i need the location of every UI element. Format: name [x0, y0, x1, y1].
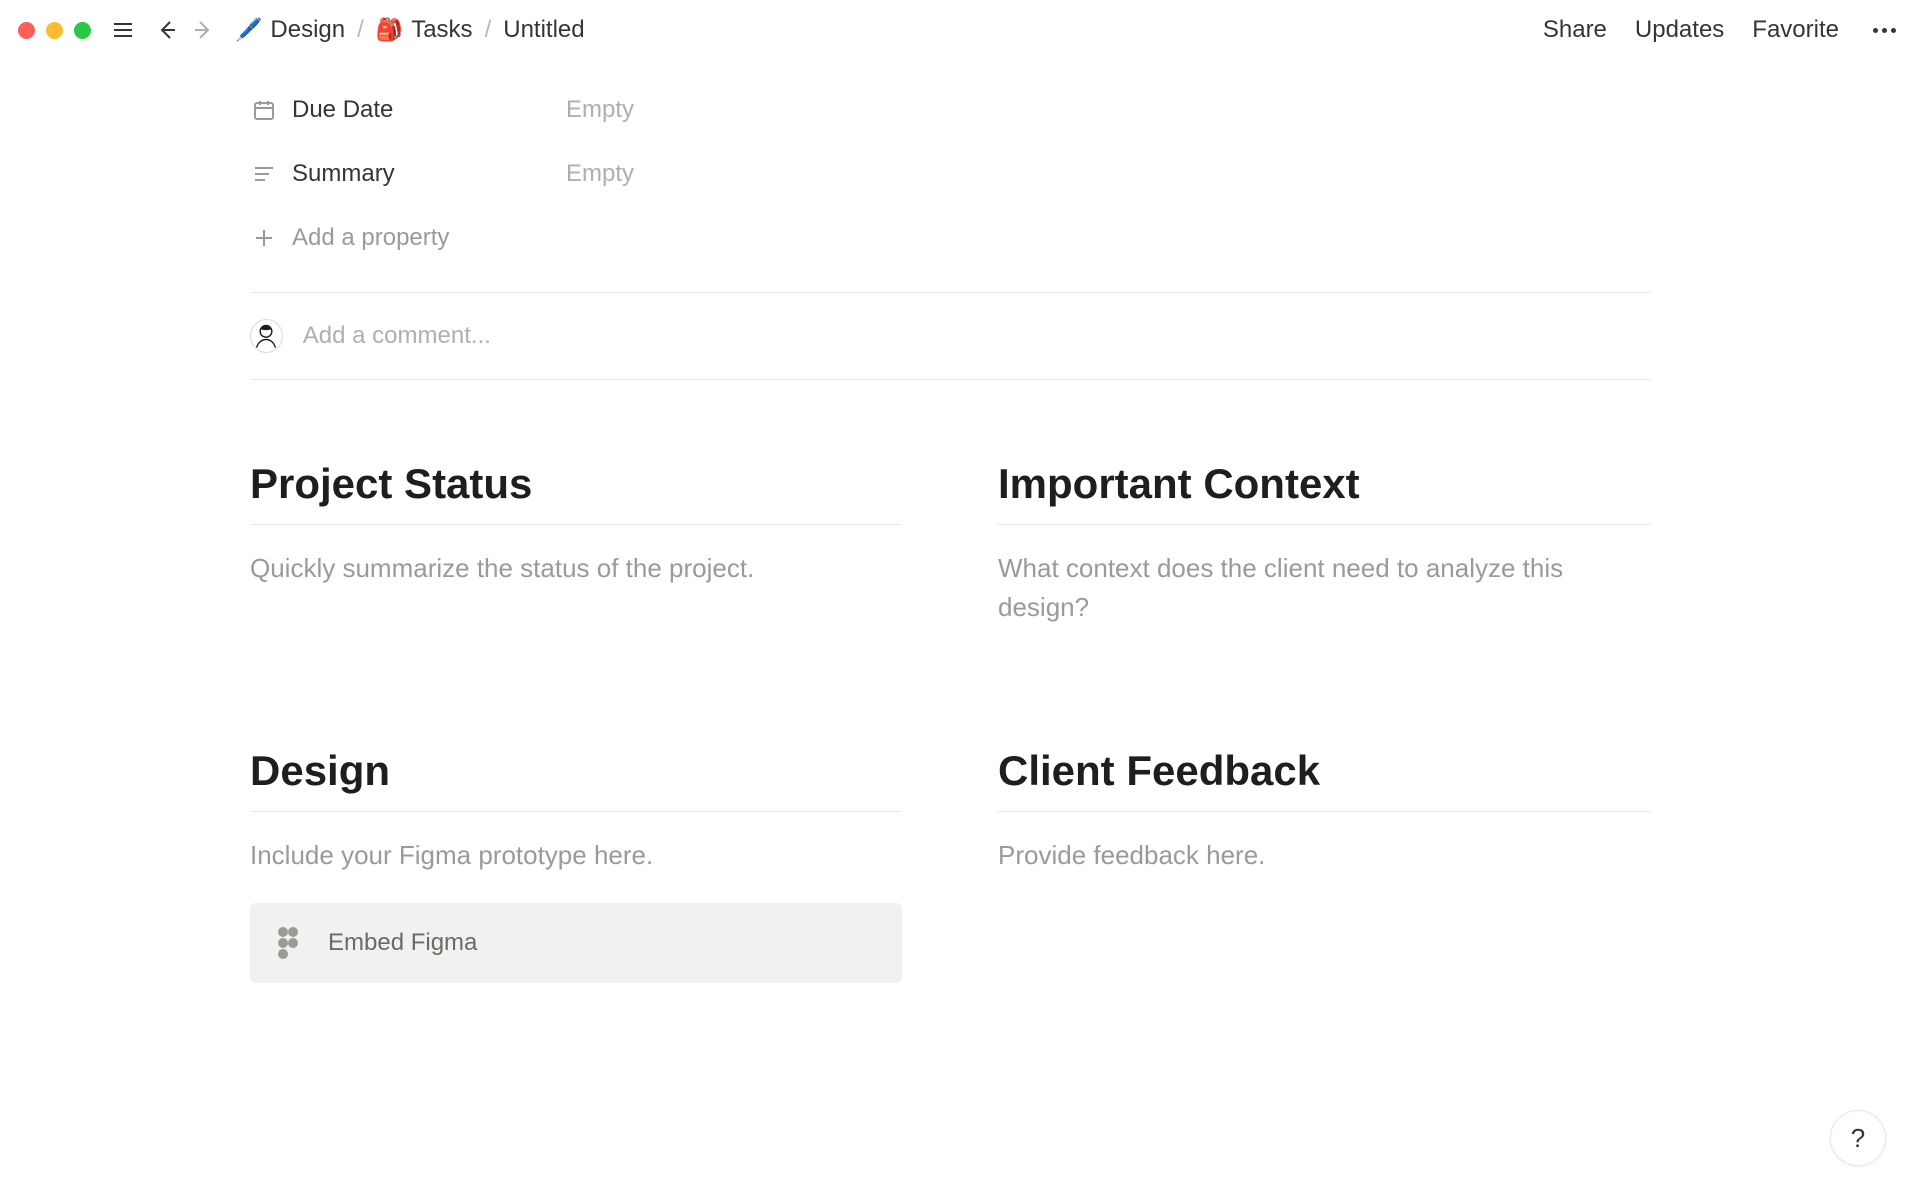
text-lines-icon	[250, 162, 278, 186]
comment-row	[250, 293, 1650, 379]
section-client-feedback: Client Feedback Provide feedback here.	[998, 747, 1650, 983]
section-title[interactable]: Project Status	[250, 460, 902, 525]
share-button[interactable]: Share	[1543, 16, 1607, 44]
more-menu-button[interactable]	[1867, 22, 1902, 39]
embed-label: Embed Figma	[328, 929, 477, 957]
add-property-label: Add a property	[292, 224, 449, 252]
plus-icon	[250, 226, 278, 250]
window-minimize-button[interactable]	[46, 22, 63, 39]
figma-icon	[276, 927, 304, 959]
breadcrumb-item-design[interactable]: 🖊️ Design	[231, 14, 349, 46]
window-zoom-button[interactable]	[74, 22, 91, 39]
property-value: Empty	[566, 96, 634, 124]
breadcrumb-item-tasks[interactable]: 🎒 Tasks	[372, 14, 477, 46]
breadcrumb-item-current[interactable]: Untitled	[499, 14, 588, 46]
property-due-date[interactable]: Due Date Empty	[250, 78, 1650, 142]
arrow-left-icon	[155, 18, 179, 42]
page-content: Due Date Empty Summary Empty Add a prope…	[250, 60, 1650, 983]
pen-icon: 🖊️	[235, 19, 262, 41]
breadcrumb-separator: /	[485, 16, 492, 44]
content-columns: Design Include your Figma prototype here…	[250, 747, 1650, 983]
breadcrumb-separator: /	[357, 16, 364, 44]
property-label: Due Date	[292, 96, 552, 124]
add-property-button[interactable]: Add a property	[250, 206, 1650, 270]
comment-input[interactable]	[303, 322, 1650, 350]
nav-back-button[interactable]	[151, 14, 183, 46]
backpack-icon: 🎒	[376, 19, 403, 41]
section-body[interactable]: Provide feedback here.	[998, 836, 1650, 875]
nav-forward-button[interactable]	[187, 14, 219, 46]
breadcrumb: 🖊️ Design / 🎒 Tasks / Untitled	[231, 14, 589, 46]
updates-button[interactable]: Updates	[1635, 16, 1724, 44]
help-button[interactable]: ?	[1830, 1110, 1886, 1166]
dot-icon	[1873, 28, 1878, 33]
section-title[interactable]: Client Feedback	[998, 747, 1650, 812]
section-body[interactable]: Quickly summarize the status of the proj…	[250, 549, 902, 588]
window-controls	[18, 22, 91, 39]
hamburger-icon	[111, 18, 135, 42]
property-label: Summary	[292, 160, 552, 188]
property-summary[interactable]: Summary Empty	[250, 142, 1650, 206]
avatar	[250, 319, 283, 353]
sidebar-toggle-button[interactable]	[107, 14, 139, 46]
section-project-status: Project Status Quickly summarize the sta…	[250, 460, 902, 627]
arrow-right-icon	[191, 18, 215, 42]
property-value: Empty	[566, 160, 634, 188]
section-design: Design Include your Figma prototype here…	[250, 747, 902, 983]
content-columns: Project Status Quickly summarize the sta…	[250, 460, 1650, 627]
question-mark-icon: ?	[1851, 1123, 1865, 1154]
section-body[interactable]: What context does the client need to ana…	[998, 549, 1650, 627]
topbar: 🖊️ Design / 🎒 Tasks / Untitled Share Upd…	[0, 0, 1920, 60]
section-important-context: Important Context What context does the …	[998, 460, 1650, 627]
embed-figma-button[interactable]: Embed Figma	[250, 903, 902, 983]
topbar-actions: Share Updates Favorite	[1543, 16, 1902, 44]
breadcrumb-label: Untitled	[503, 16, 584, 44]
dot-icon	[1882, 28, 1887, 33]
breadcrumb-label: Design	[270, 16, 345, 44]
divider	[250, 379, 1650, 380]
favorite-button[interactable]: Favorite	[1752, 16, 1839, 44]
person-icon	[252, 322, 280, 350]
section-title[interactable]: Important Context	[998, 460, 1650, 525]
window-close-button[interactable]	[18, 22, 35, 39]
section-title[interactable]: Design	[250, 747, 902, 812]
dot-icon	[1891, 28, 1896, 33]
calendar-icon	[250, 98, 278, 122]
breadcrumb-label: Tasks	[411, 16, 472, 44]
section-body[interactable]: Include your Figma prototype here.	[250, 836, 902, 875]
nav-arrows	[151, 14, 219, 46]
